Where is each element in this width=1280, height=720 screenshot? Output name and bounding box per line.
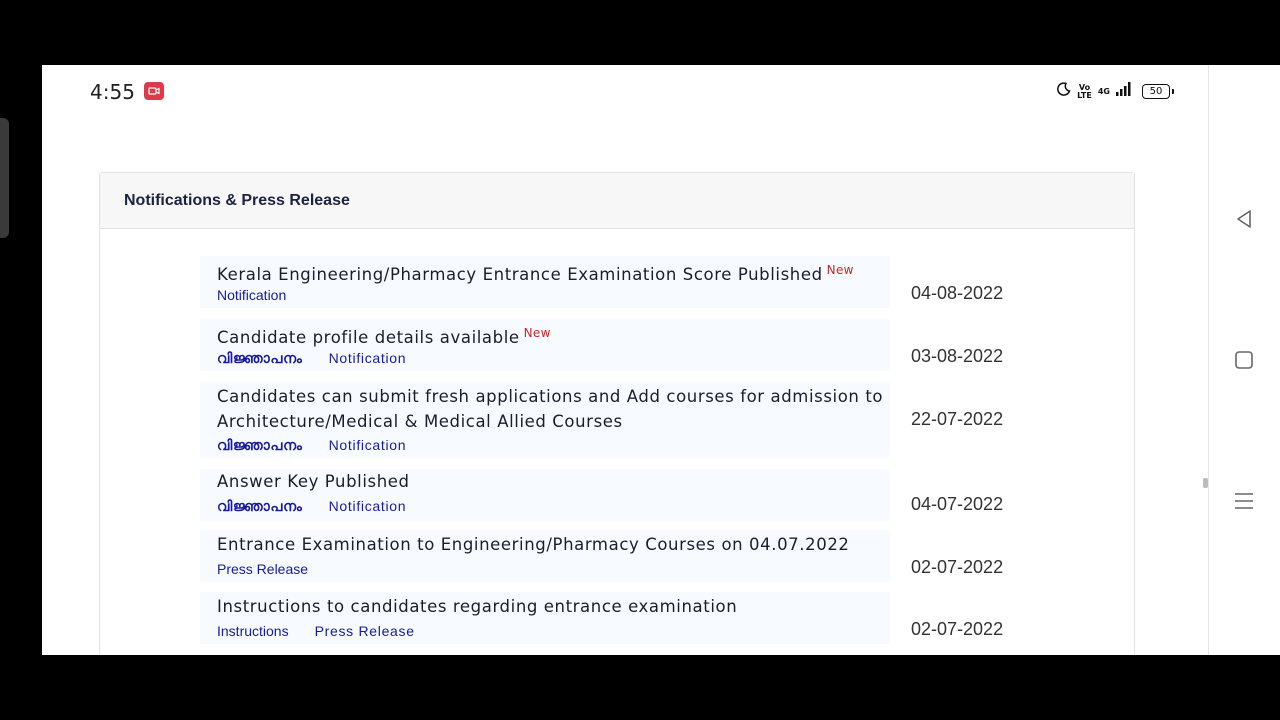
record-icon[interactable] [144,82,164,100]
item-title-text[interactable]: Candidate profile details available [217,328,520,347]
item-date: 04-07-2022 [911,494,1004,514]
malayalam-notification-link[interactable]: വിജ്ഞാപനം [217,498,303,515]
new-badge: New [523,326,551,340]
back-icon[interactable] [1230,205,1258,233]
moon-icon [1057,82,1071,101]
notification-link[interactable]: Notification [329,498,407,515]
item-title[interactable]: Entrance Examination to Engineering/Phar… [217,532,850,557]
item-date: 02-07-2022 [911,619,1004,639]
item-title[interactable]: Instructions to candidates regarding ent… [217,594,737,619]
recents-icon[interactable] [1230,487,1258,515]
new-badge: New [826,263,854,277]
instructions-link[interactable]: Instructions [217,623,289,639]
item-date: 02-07-2022 [911,557,1004,577]
status-time: 4:55 [90,80,135,104]
item-links: Notification [217,287,286,303]
item-title[interactable]: Answer Key Published [217,469,410,494]
notifications-panel: Notifications & Press Release Kerala Eng… [99,172,1135,655]
item-date: 22-07-2022 [911,409,1004,429]
navigation-bar [1208,65,1280,655]
press-release-link[interactable]: Press Release [217,561,308,577]
battery-indicator: 50 [1142,84,1174,99]
notification-link[interactable]: Notification [329,350,407,367]
item-title-text[interactable]: Instructions to candidates regarding ent… [217,597,737,616]
item-title-text[interactable]: Answer Key Published [217,472,410,491]
press-release-link[interactable]: Press Release [315,623,415,639]
item-links: Instructions Press Release [217,623,415,639]
item-links: Press Release [217,561,308,577]
malayalam-notification-link[interactable]: വിജ്ഞാപനം [217,350,303,367]
home-icon[interactable] [1230,346,1258,374]
panel-title: Notifications & Press Release [124,192,350,209]
item-date: 04-08-2022 [911,283,1004,303]
item-links: വിജ്ഞാപനം Notification [217,350,406,367]
item-title-text[interactable]: Kerala Engineering/Pharmacy Entrance Exa… [217,265,823,284]
status-icons: Vo LTE 4G 50 [1057,82,1174,101]
item-title-text[interactable]: Entrance Examination to Engineering/Phar… [217,535,850,554]
notification-link[interactable]: Notification [329,437,407,454]
item-links: വിജ്ഞാപനം Notification [217,437,406,454]
volte-icon: Vo LTE [1077,83,1092,100]
item-title-line2[interactable]: Architecture/Medical & Medical Allied Co… [217,412,623,431]
signal-icon [1116,82,1132,101]
status-bar: 4:55 Vo LTE 4G 50 [42,65,1208,117]
nav-divider [1208,65,1209,655]
notification-link[interactable]: Notification [217,287,286,303]
item-title[interactable]: Candidate profile details available New [217,321,551,350]
item-title-line1[interactable]: Candidates can submit fresh applications… [217,387,883,406]
item-links: വിജ്ഞാപനം Notification [217,498,406,515]
side-handle[interactable] [0,118,9,238]
network-type: 4G [1097,87,1110,96]
item-title[interactable]: Kerala Engineering/Pharmacy Entrance Exa… [217,258,854,287]
panel-header: Notifications & Press Release [100,173,1134,229]
item-title[interactable]: Candidates can submit fresh applications… [217,384,883,434]
malayalam-notification-link[interactable]: വിജ്ഞാപനം [217,437,303,454]
screen: 4:55 Vo LTE 4G 50 Notifications & Press R… [42,65,1208,655]
volte-bottom: LTE [1077,90,1092,100]
item-date: 03-08-2022 [911,346,1004,366]
